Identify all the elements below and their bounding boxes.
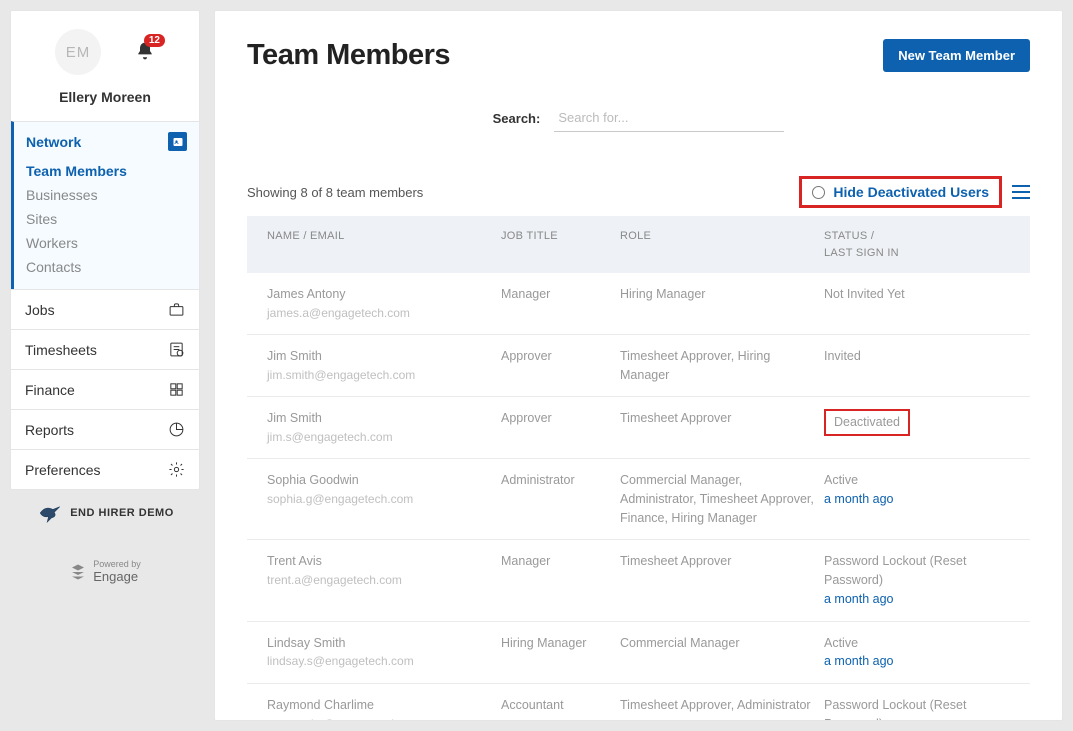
sidebar-item-label: Preferences <box>25 462 100 478</box>
cell-status: Password Lockout (Reset Password)a month… <box>824 552 1010 608</box>
sidebar-section-network: Network Team Members Businesses Sites Wo… <box>11 121 199 289</box>
sidebar: EM 12 Ellery Moreen Network <box>10 10 200 721</box>
last-sign-in-link[interactable]: a month ago <box>824 652 1010 671</box>
main-panel: Team Members New Team Member Search: Sho… <box>214 10 1063 721</box>
last-sign-in-link[interactable]: a month ago <box>824 490 1010 509</box>
table-row[interactable]: Lindsay Smithlindsay.s@engagetech.comHir… <box>247 622 1030 685</box>
cell-role: Hiring Manager <box>620 285 820 304</box>
cell-job-title: Accountant <box>501 696 616 715</box>
sidebar-network-subitems: Team Members Businesses Sites Workers Co… <box>14 159 199 289</box>
cell-name-email: Trent Avistrent.a@engagetech.com <box>267 552 497 589</box>
hummingbird-icon <box>36 502 64 524</box>
cell-role: Timesheet Approver <box>620 552 820 571</box>
cell-status: Activea month ago <box>824 634 1010 672</box>
cell-name-email: Raymond Charlimeraymond.c@engagetech.com <box>267 696 497 721</box>
notifications-button[interactable]: 12 <box>135 41 155 64</box>
search-label: Search: <box>493 111 541 126</box>
table-row[interactable]: Raymond Charlimeraymond.c@engagetech.com… <box>247 684 1030 721</box>
cell-name-email: James Antonyjames.a@engagetech.com <box>267 285 497 322</box>
sidebar-network-label: Network <box>26 134 81 150</box>
col-role: ROLE <box>620 228 820 245</box>
last-sign-in-link[interactable]: a month ago <box>824 590 1010 609</box>
brand-tagline-text: END HIRER DEMO <box>70 507 174 519</box>
title-row: Team Members New Team Member <box>247 39 1030 72</box>
sidebar-card: EM 12 Ellery Moreen Network <box>10 10 200 490</box>
powered-by-brand: Engage <box>93 570 141 584</box>
sidebar-item-businesses[interactable]: Businesses <box>26 183 187 207</box>
hide-deactivated-label: Hide Deactivated Users <box>833 184 989 200</box>
gear-icon <box>168 461 185 478</box>
table-row[interactable]: Trent Avistrent.a@engagetech.comManagerT… <box>247 540 1030 621</box>
sidebar-item-timesheets[interactable]: Timesheets <box>11 329 199 369</box>
cell-role: Commercial Manager, Administrator, Times… <box>620 471 820 527</box>
grid-icon <box>168 381 185 398</box>
profile-row: EM 12 <box>11 25 199 81</box>
sidebar-item-preferences[interactable]: Preferences <box>11 449 199 489</box>
cell-status: Not Invited Yet <box>824 285 1010 304</box>
cell-status: Password Lockout (Reset Password)a month… <box>824 696 1010 721</box>
sidebar-item-label: Reports <box>25 422 74 438</box>
notification-badge: 12 <box>144 34 165 47</box>
search-row: Search: <box>247 104 1030 132</box>
cell-role: Timesheet Approver, Administrator <box>620 696 820 715</box>
cell-name-email: Lindsay Smithlindsay.s@engagetech.com <box>267 634 497 671</box>
sidebar-item-sites[interactable]: Sites <box>26 207 187 231</box>
cell-job-title: Hiring Manager <box>501 634 616 653</box>
cell-name-email: Jim Smithjim.smith@engagetech.com <box>267 347 497 384</box>
contact-card-icon <box>168 132 187 151</box>
page-title: Team Members <box>247 39 450 72</box>
team-members-table: NAME / EMAIL JOB TITLE ROLE STATUS / LAS… <box>247 216 1030 721</box>
hide-deactivated-toggle[interactable]: Hide Deactivated Users <box>799 176 1002 208</box>
cell-job-title: Manager <box>501 285 616 304</box>
cell-name-email: Jim Smithjim.s@engagetech.com <box>267 409 497 446</box>
cell-status: Deactivated <box>824 409 1010 436</box>
radio-unchecked-icon <box>812 186 825 199</box>
cell-role: Timesheet Approver, Hiring Manager <box>620 347 820 385</box>
col-job: JOB TITLE <box>501 228 616 245</box>
cell-status: Invited <box>824 347 1010 366</box>
col-name: NAME / EMAIL <box>267 228 497 245</box>
cell-status: Activea month ago <box>824 471 1010 509</box>
briefcase-icon <box>168 301 185 318</box>
sidebar-item-label: Timesheets <box>25 342 97 358</box>
sidebar-item-label: Finance <box>25 382 75 398</box>
timesheet-icon <box>168 341 185 358</box>
sidebar-network-header[interactable]: Network <box>14 122 199 159</box>
sidebar-item-label: Jobs <box>25 302 55 318</box>
cell-role: Commercial Manager <box>620 634 820 653</box>
col-status: STATUS / LAST SIGN IN <box>824 228 1010 261</box>
table-row[interactable]: James Antonyjames.a@engagetech.comManage… <box>247 273 1030 335</box>
list-meta-row: Showing 8 of 8 team members Hide Deactiv… <box>247 176 1030 208</box>
deactivated-chip: Deactivated <box>824 409 910 436</box>
sidebar-item-jobs[interactable]: Jobs <box>11 289 199 329</box>
powered-by: Powered by Engage <box>10 560 200 584</box>
cell-job-title: Approver <box>501 347 616 366</box>
brand-tagline: END HIRER DEMO <box>10 502 200 524</box>
table-header: NAME / EMAIL JOB TITLE ROLE STATUS / LAS… <box>247 216 1030 273</box>
profile-name: Ellery Moreen <box>11 81 199 121</box>
table-row[interactable]: Jim Smithjim.smith@engagetech.comApprove… <box>247 335 1030 398</box>
menu-icon[interactable] <box>1012 185 1030 199</box>
new-team-member-button[interactable]: New Team Member <box>883 39 1030 72</box>
result-count: Showing 8 of 8 team members <box>247 185 423 200</box>
pie-chart-icon <box>168 421 185 438</box>
sidebar-item-contacts[interactable]: Contacts <box>26 255 187 279</box>
avatar[interactable]: EM <box>55 29 101 75</box>
sidebar-item-reports[interactable]: Reports <box>11 409 199 449</box>
cell-job-title: Administrator <box>501 471 616 490</box>
sidebar-item-finance[interactable]: Finance <box>11 369 199 409</box>
search-input[interactable] <box>554 104 784 132</box>
sidebar-item-team-members[interactable]: Team Members <box>26 159 187 183</box>
cell-role: Timesheet Approver <box>620 409 820 428</box>
cell-job-title: Approver <box>501 409 616 428</box>
table-row[interactable]: Jim Smithjim.s@engagetech.comApproverTim… <box>247 397 1030 459</box>
engage-logo-icon <box>69 563 87 581</box>
cell-job-title: Manager <box>501 552 616 571</box>
sidebar-item-workers[interactable]: Workers <box>26 231 187 255</box>
cell-name-email: Sophia Goodwinsophia.g@engagetech.com <box>267 471 497 508</box>
table-row[interactable]: Sophia Goodwinsophia.g@engagetech.comAdm… <box>247 459 1030 540</box>
